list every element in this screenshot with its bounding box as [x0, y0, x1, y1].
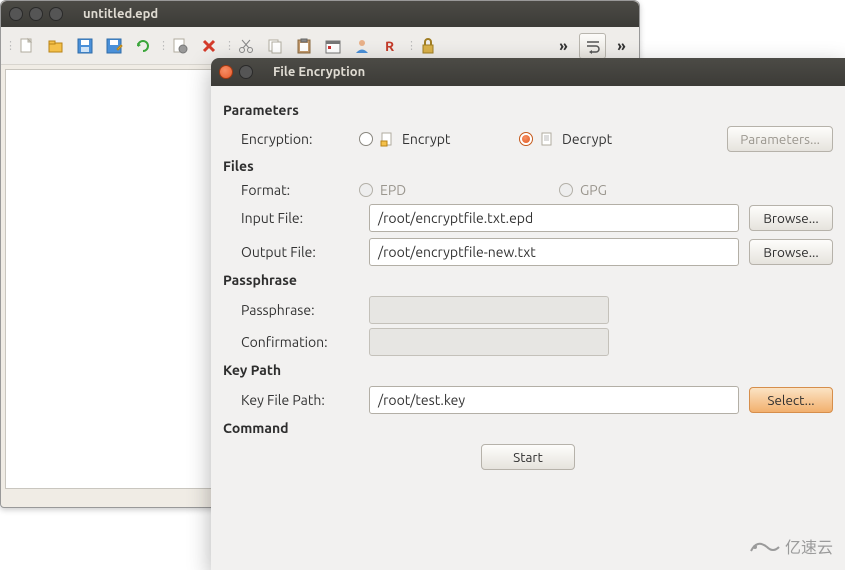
decrypt-radio[interactable]: Decrypt	[519, 131, 679, 147]
lock-icon[interactable]	[414, 33, 441, 59]
section-passphrase: Passphrase	[223, 272, 833, 288]
save-icon[interactable]	[71, 33, 98, 59]
window-max-icon[interactable]	[49, 7, 63, 21]
section-files: Files	[223, 158, 833, 174]
user-icon[interactable]	[348, 33, 375, 59]
watermark: 亿速云	[745, 526, 841, 564]
parameters-button[interactable]: Parameters...	[727, 126, 833, 152]
format-label: Format:	[241, 182, 359, 198]
save-as-icon[interactable]	[100, 33, 127, 59]
file-encryption-dialog: File Encryption Parameters Encryption: E…	[211, 58, 845, 570]
section-keypath: Key Path	[223, 362, 833, 378]
overflow-1-icon[interactable]: »	[550, 33, 577, 59]
radio-disabled-icon	[359, 183, 373, 197]
settings-file-icon[interactable]	[166, 33, 193, 59]
toolbar-separator: ⋮	[224, 35, 230, 57]
passphrase-field	[369, 296, 609, 324]
keyfile-label: Key File Path:	[241, 392, 359, 408]
overflow-2-icon[interactable]: »	[608, 33, 635, 59]
gpg-label: GPG	[580, 182, 607, 198]
decrypt-label: Decrypt	[562, 131, 612, 147]
cut-icon[interactable]	[232, 33, 259, 59]
radio-disabled-icon	[559, 183, 573, 197]
sync-icon[interactable]	[129, 33, 156, 59]
input-file-label: Input File:	[241, 210, 359, 226]
dialog-close-icon[interactable]	[219, 65, 233, 79]
select-keyfile-button[interactable]: Select...	[749, 387, 833, 413]
paste-icon[interactable]	[290, 33, 317, 59]
confirmation-label: Confirmation:	[241, 334, 359, 350]
open-file-icon[interactable]	[42, 33, 69, 59]
new-file-icon[interactable]	[13, 33, 40, 59]
svg-text:R: R	[385, 38, 394, 54]
editor-titlebar: untitled.epd	[1, 1, 639, 27]
section-parameters: Parameters	[223, 102, 833, 118]
browse-output-button[interactable]: Browse...	[749, 239, 833, 265]
epd-radio: EPD	[359, 182, 559, 198]
encrypt-label: Encrypt	[402, 131, 450, 147]
toolbar-separator: ⋮	[158, 35, 164, 57]
wrap-icon[interactable]	[579, 33, 606, 59]
input-file-field[interactable]: /root/encryptfile.txt.epd	[369, 204, 739, 232]
delete-icon[interactable]	[195, 33, 222, 59]
dialog-titlebar: File Encryption	[211, 58, 845, 86]
date-icon[interactable]	[319, 33, 346, 59]
encryption-label: Encryption:	[241, 131, 359, 147]
encrypt-radio[interactable]: Encrypt	[359, 131, 519, 147]
passphrase-label: Passphrase:	[241, 302, 359, 318]
epd-label: EPD	[380, 182, 406, 198]
output-file-label: Output File:	[241, 244, 359, 260]
output-file-field[interactable]: /root/encryptfile-new.txt	[369, 238, 739, 266]
keyfile-field[interactable]: /root/test.key	[369, 386, 739, 414]
browse-input-button[interactable]: Browse...	[749, 205, 833, 231]
editor-title: untitled.epd	[83, 7, 158, 21]
window-close-icon[interactable]	[9, 7, 23, 21]
svg-text:亿速云: 亿速云	[785, 539, 833, 557]
dialog-min-icon[interactable]	[239, 65, 253, 79]
dialog-title: File Encryption	[273, 65, 365, 79]
confirmation-field	[369, 328, 609, 356]
toolbar-separator: ⋮	[5, 35, 11, 57]
gpg-radio: GPG	[559, 182, 759, 198]
decrypt-doc-icon	[540, 132, 555, 147]
copy-icon[interactable]	[261, 33, 288, 59]
encrypt-doc-icon	[380, 132, 395, 147]
section-command: Command	[223, 420, 833, 436]
start-button[interactable]: Start	[481, 444, 575, 470]
toolbar-separator: ⋮	[406, 35, 412, 57]
radio-icon	[359, 132, 373, 146]
window-min-icon[interactable]	[29, 7, 43, 21]
replace-icon[interactable]: R	[377, 33, 404, 59]
radio-selected-icon	[519, 132, 533, 146]
